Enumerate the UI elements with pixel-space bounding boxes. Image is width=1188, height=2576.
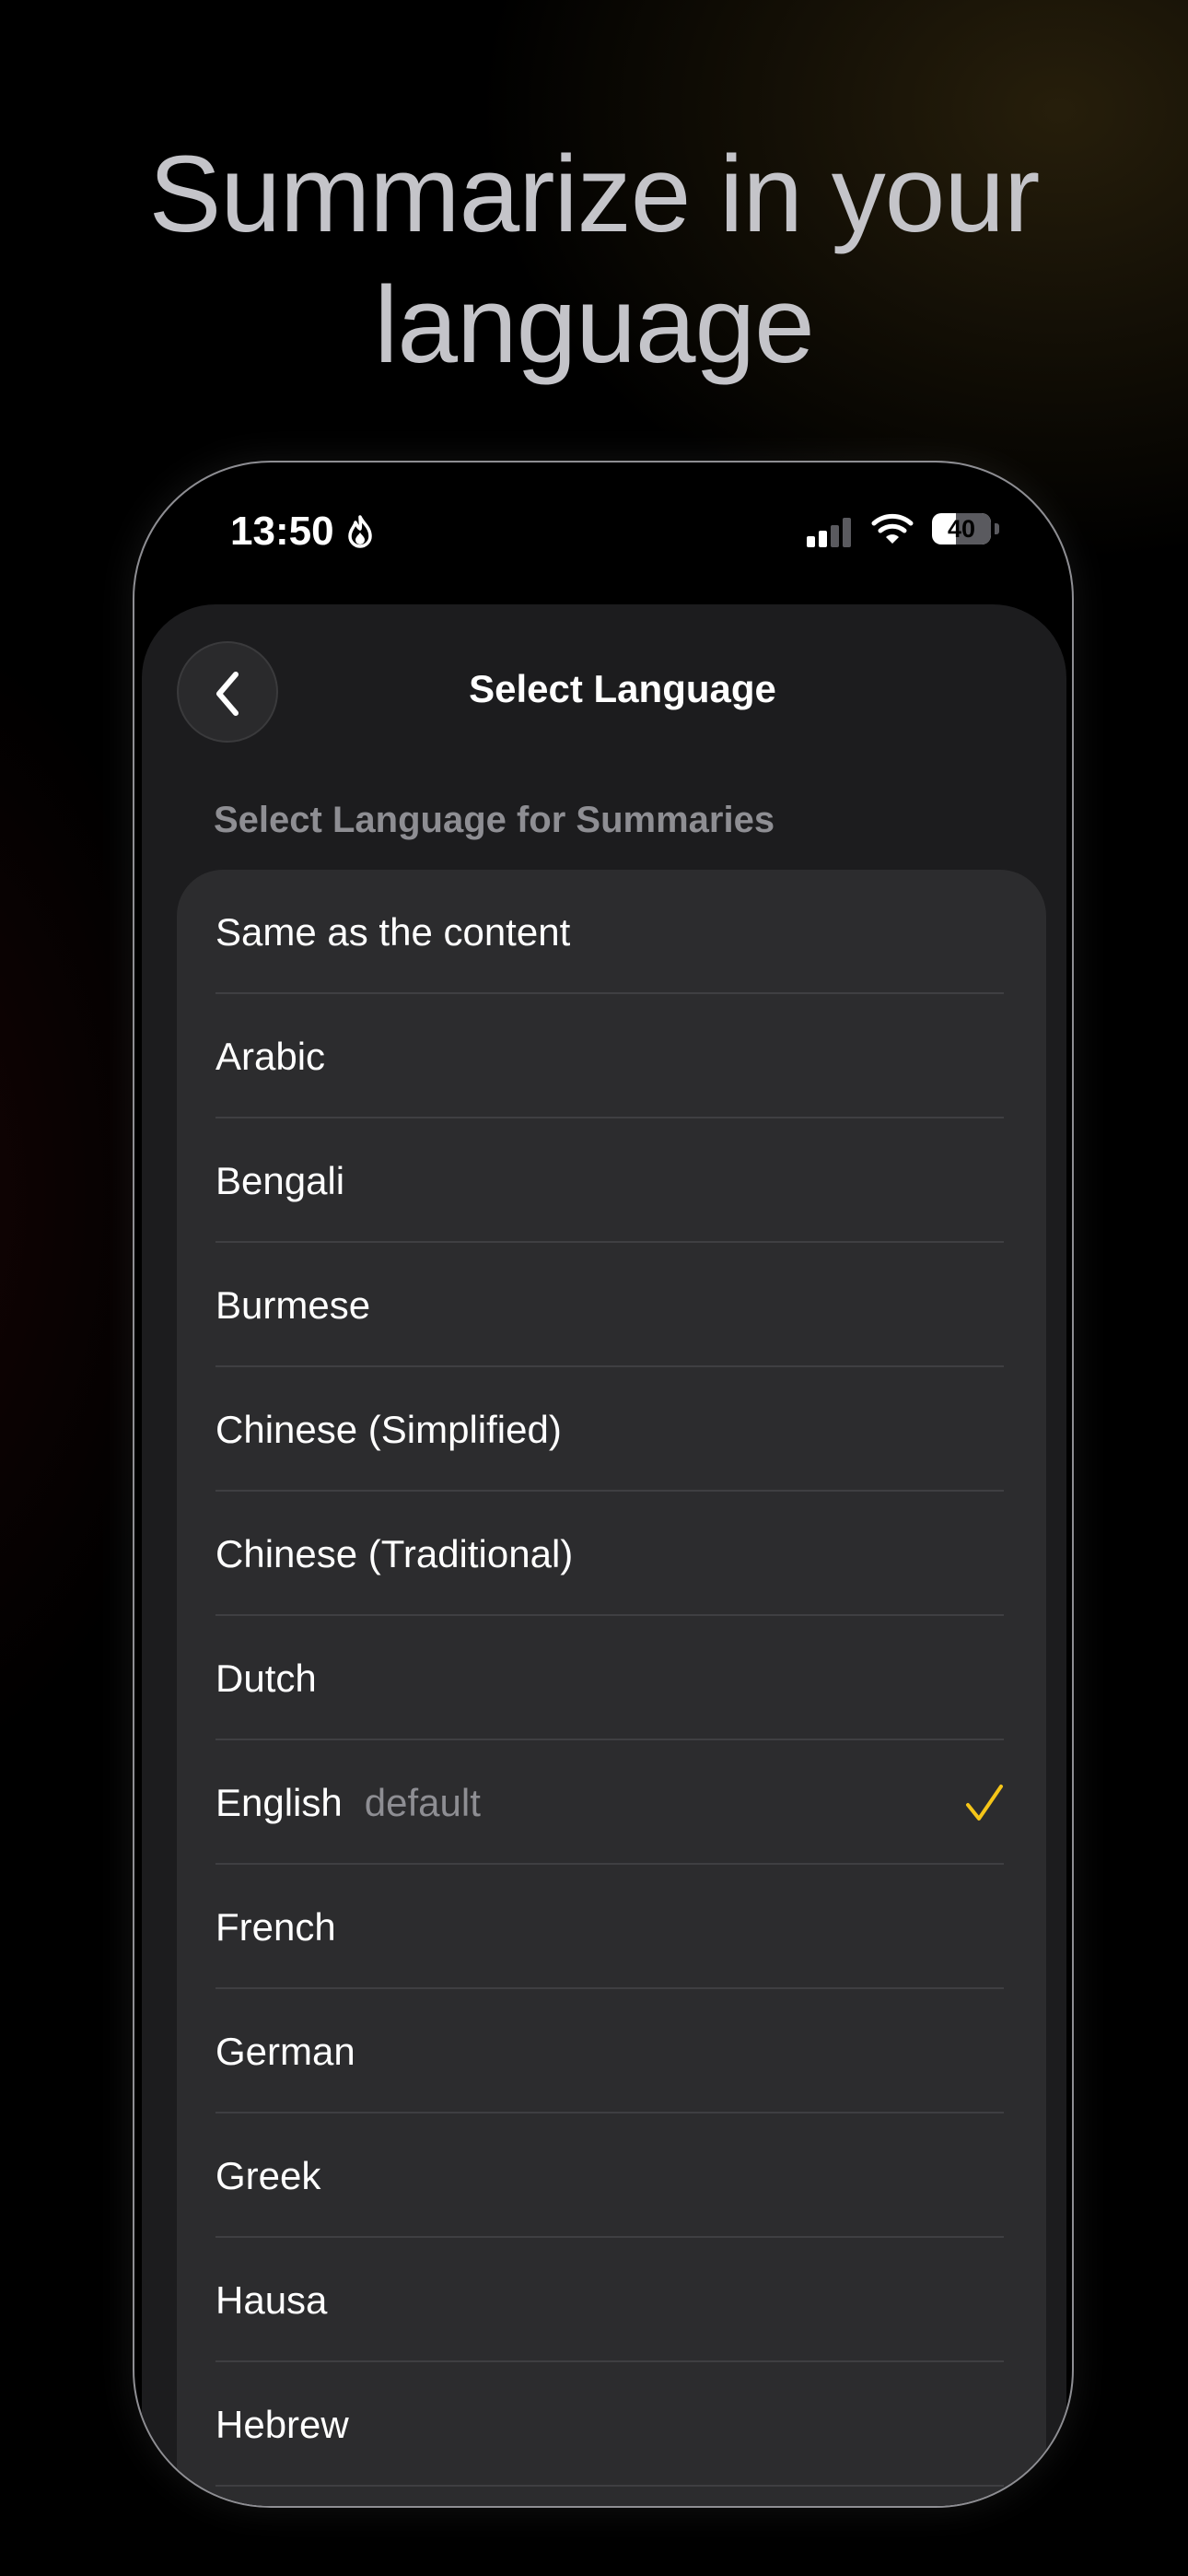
headline-line-2: language	[374, 264, 815, 386]
wifi-icon	[871, 513, 914, 544]
flame-icon	[348, 515, 372, 548]
status-bar: 13:50 40	[134, 463, 1072, 601]
language-label: Chinese (Simplified)	[215, 1408, 562, 1451]
language-label: French	[215, 1905, 336, 1949]
language-label: Burmese	[215, 1283, 371, 1327]
language-row-bengali[interactable]: Bengali	[215, 1118, 1004, 1243]
language-label: Dutch	[215, 1657, 317, 1700]
language-label: German	[215, 2030, 355, 2073]
default-tag: default	[364, 1781, 481, 1824]
language-row-same-as-content[interactable]: Same as the content	[215, 870, 1004, 994]
language-row-burmese[interactable]: Burmese	[215, 1243, 1004, 1367]
battery-cap	[995, 523, 999, 534]
language-label: Arabic	[215, 1035, 326, 1078]
language-row-arabic[interactable]: Arabic	[215, 994, 1004, 1118]
battery-level: 40	[947, 515, 976, 543]
language-row-chinese-simplified[interactable]: Chinese (Simplified)	[215, 1367, 1004, 1492]
language-row-german[interactable]: German	[215, 1989, 1004, 2113]
status-time: 13:50	[230, 509, 334, 554]
language-label: Greek	[215, 2154, 321, 2197]
page-headline: Summarize in your language	[0, 129, 1188, 391]
phone-frame: 13:50 40 Select Language Select Language…	[133, 461, 1074, 2508]
language-label: Hebrew	[215, 2403, 349, 2446]
language-label: Bengali	[215, 1159, 345, 1202]
language-label: Chinese (Traditional)	[215, 1532, 574, 1575]
language-list: Same as the content Arabic Bengali Burme…	[177, 870, 1046, 2506]
language-row-greek[interactable]: Greek	[215, 2113, 1004, 2238]
signal-icon	[807, 518, 851, 547]
language-label: Hausa	[215, 2278, 328, 2322]
language-row-chinese-traditional[interactable]: Chinese (Traditional)	[215, 1492, 1004, 1616]
checkmark-icon	[966, 1785, 1003, 1821]
language-name: English	[215, 1781, 343, 1824]
language-label: English default	[215, 1740, 481, 1865]
language-row-french[interactable]: French	[215, 1865, 1004, 1989]
language-row-english[interactable]: English default	[215, 1740, 1004, 1865]
language-row-hebrew[interactable]: Hebrew	[215, 2362, 1004, 2487]
nav-title: Select Language	[469, 667, 776, 710]
headline-line-1: Summarize in your	[148, 134, 1041, 255]
language-sheet: Select Language Select Language for Summ…	[142, 604, 1066, 2506]
language-row-hausa[interactable]: Hausa	[215, 2238, 1004, 2362]
language-label: Same as the content	[215, 910, 571, 954]
battery-icon: 40	[932, 513, 991, 544]
section-header: Select Language for Summaries	[214, 800, 775, 840]
language-row-dutch[interactable]: Dutch	[215, 1616, 1004, 1740]
